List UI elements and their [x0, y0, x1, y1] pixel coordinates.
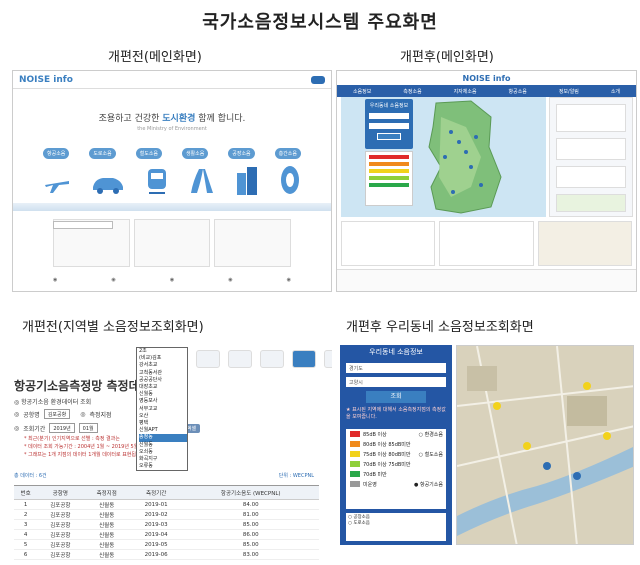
road-icon [191, 169, 213, 193]
data-count: 총 데이터 : 6건 [14, 473, 47, 479]
category-tab-icons [196, 350, 332, 368]
nav-item[interactable]: 정보/알림 [559, 88, 579, 95]
old-main-header: NOISE info [13, 71, 331, 89]
nav-item[interactable]: 측정소음 [403, 88, 421, 95]
new-main-select-2[interactable] [369, 123, 409, 129]
train-icon [148, 169, 166, 194]
old-regional-screenshot: 2조 (비교)김포 강서초교 고척동서관 공공공단사 대장초교 신월동 영등포사… [6, 345, 332, 560]
caption-new-main: 개편후(메인화면) [400, 50, 494, 65]
site-dropdown-list[interactable]: 2조 (비교)김포 강서초교 고척동서관 공공공단사 대장초교 신월동 영등포사… [136, 347, 188, 472]
nav-item[interactable]: 소개 [611, 88, 620, 95]
old-main-screenshot: NOISE info 조용하고 건강한 도시환경 함께 합니다. the Min… [12, 70, 332, 292]
neighborhood-notice: ★ 표시된 지역에 대해서 소음측정지점의 측정값을 보여줍니다. [346, 407, 446, 420]
result-table: 번호 공항명 측정지점 측정기간 항공기소음도 (WECPNL) 1 김포공항 신월… [14, 485, 319, 560]
unit-label: 단위 : WECPNL [278, 473, 314, 479]
category-life[interactable]: 생활소음 [181, 148, 209, 159]
new-main-legend [365, 151, 413, 206]
slogan-sub: the Ministry of Environment [137, 126, 207, 132]
caption-old-regional: 개편전(지역별 소음정보조회화면) [22, 320, 204, 335]
table-row: 6 김포공항 신월동 2019-06 83.00 [14, 549, 319, 560]
old-main-search-input[interactable] [53, 221, 113, 229]
table-row: 3 김포공항 신월동 2019-03 85.00 [14, 519, 319, 530]
login-pill[interactable] [310, 75, 325, 84]
airport-select[interactable]: 김포공항 [43, 409, 71, 419]
old-main-footer-logos: ◉ ◉ ◉ ◉ ◉ [53, 277, 291, 283]
caption-new-neighborhood: 개편후 우리동네 소음정보조회화면 [346, 320, 534, 335]
nav-item[interactable]: 항공소음 [509, 88, 527, 95]
building-icon [237, 167, 257, 195]
category-factory[interactable]: 공장소음 [228, 148, 255, 159]
neighborhood-radios[interactable]: ○ 공장소음 ○ 도로소음 [346, 513, 446, 541]
category-floor[interactable]: 층간소음 [274, 148, 301, 159]
airplane-icon [45, 181, 69, 193]
new-main-search-panel[interactable]: 우리동네 소음정보 [365, 99, 413, 149]
slogan: 조용하고 건강한 도시환경 함께 합니다. [98, 114, 246, 124]
category-buttons: 항공소음 도로소음 철도소음 생활소음 공장소음 층간소음 [43, 148, 301, 159]
car-tab-icon[interactable] [228, 350, 252, 368]
table-row: 2 김포공항 신월동 2019-02 81.00 [14, 509, 319, 520]
year-select[interactable]: 2019년 [49, 423, 75, 433]
nav-item[interactable]: 소음정보 [353, 88, 371, 95]
info-tab-icon[interactable] [324, 350, 332, 368]
noise-legend: 85dB 이상 ○ 환경소음 80dB 이상 85dB미만 75dB 이상 80d… [346, 429, 446, 509]
new-main-select-1[interactable] [369, 113, 409, 119]
new-neighborhood-panel: 우리동네 소음정보 경기도 고양시 조회 ★ 표시된 지역에 대해서 소음측정지… [340, 345, 452, 545]
map-shape [457, 346, 633, 544]
new-main-lower-boxes [341, 221, 632, 266]
new-main-search-button[interactable] [377, 133, 401, 140]
province-select[interactable]: 경기도 [346, 363, 446, 373]
search-tab-icon[interactable] [292, 350, 316, 368]
new-main-footer [337, 269, 636, 291]
page-title: 국가소음정보시스템 주요화면 [202, 12, 438, 33]
neighborhood-satellite-map[interactable] [456, 345, 634, 545]
category-road[interactable]: 도로소음 [89, 148, 116, 159]
category-rail[interactable]: 철도소음 [135, 148, 163, 159]
neighborhood-title: 우리동네 소음정보 [369, 348, 423, 356]
road-band [13, 203, 331, 211]
new-main-side-panel [549, 97, 633, 217]
car-icon [93, 178, 123, 194]
new-main-nav: 소음정보 측정소음 지자체소음 항공소음 정보/알림 소개 [337, 85, 636, 97]
tire-icon [281, 166, 299, 194]
category-icons [43, 165, 301, 195]
regional-heading: 항공기소음측정망 측정데 [14, 379, 140, 393]
new-main-screenshot: NOISE info 소음정보 측정소음 지자체소음 항공소음 정보/알림 소개… [336, 70, 637, 292]
noise-info-logo: NOISE info [19, 74, 73, 85]
caption-old-main: 개편전(메인화면) [108, 50, 202, 65]
neighborhood-search-button[interactable]: 조회 [366, 391, 426, 403]
nav-item[interactable]: 지자체소음 [454, 88, 477, 95]
new-main-logo: NOISE info [462, 73, 511, 83]
category-aircraft[interactable]: 항공소음 [43, 148, 70, 159]
airplane-tab-icon[interactable] [196, 350, 220, 368]
month-select[interactable]: 01월 [78, 423, 98, 433]
table-row: 5 김포공항 신월동 2019-05 85.00 [14, 539, 319, 550]
rail-tab-icon[interactable] [260, 350, 284, 368]
city-select[interactable]: 고양시 [346, 377, 446, 387]
table-row: 4 김포공항 신월동 2019-04 86.00 [14, 529, 319, 540]
table-row: 1 김포공항 신월동 2019-01 84.00 [14, 499, 319, 510]
